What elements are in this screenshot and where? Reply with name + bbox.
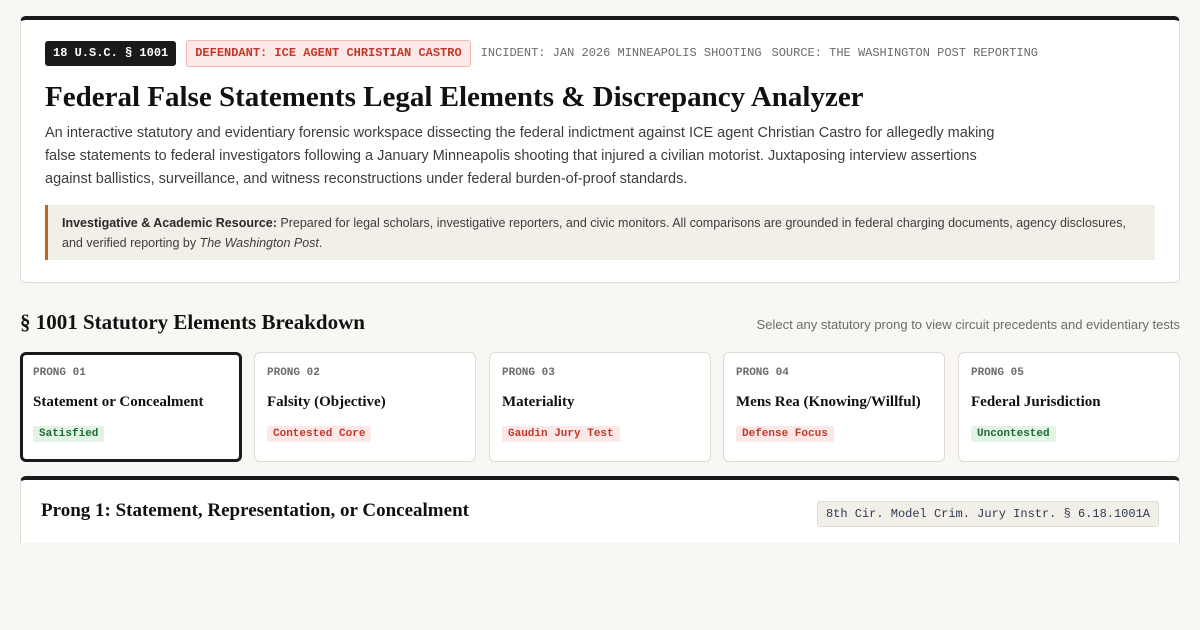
jury-instruction-citation: 8th Cir. Model Crim. Jury Instr. § 6.18.… [816, 501, 1159, 527]
prong-number: PRONG 03 [502, 367, 555, 379]
status-badge: Uncontested [971, 426, 1056, 442]
prong-card-1[interactable]: PRONG 01 Statement or Concealment Satisf… [20, 352, 242, 462]
prong-number: PRONG 04 [736, 367, 789, 379]
incident-tag: INCIDENT: JAN 2026 MINNEAPOLIS SHOOTING [480, 46, 762, 60]
prong-card-row: PRONG 01 Statement or Concealment Satisf… [20, 352, 1180, 462]
notice-source: The Washington Post [199, 236, 319, 250]
statute-tag: 18 U.S.C. § 1001 [45, 40, 177, 66]
prong-name: Mens Rea (Knowing/Willful) [736, 394, 921, 410]
detail-title: Prong 1: Statement, Representation, or C… [41, 500, 469, 521]
status-badge: Defense Focus [736, 426, 834, 442]
defendant-tag: DEFENDANT: ICE AGENT CHRISTIAN CASTRO [186, 39, 471, 67]
prong-name: Federal Jurisdiction [971, 394, 1101, 410]
resource-notice: Investigative & Academic Resource: Prepa… [45, 205, 1155, 260]
prong-number: PRONG 01 [33, 367, 86, 379]
header-card: 18 U.S.C. § 1001 DEFENDANT: ICE AGENT CH… [20, 16, 1180, 283]
status-badge: Contested Core [267, 426, 372, 442]
notice-label: Investigative & Academic Resource: [62, 216, 277, 230]
page-title: Federal False Statements Legal Elements … [45, 81, 864, 113]
page-description: An interactive statutory and evidentiary… [45, 125, 995, 187]
prong-number: PRONG 02 [267, 367, 320, 379]
prong-card-2[interactable]: PRONG 02 Falsity (Objective) Contested C… [254, 352, 476, 462]
prong-card-4[interactable]: PRONG 04 Mens Rea (Knowing/Willful) Defe… [723, 352, 945, 462]
prong-name: Falsity (Objective) [267, 394, 386, 410]
prong-number: PRONG 05 [971, 367, 1024, 379]
prong-name: Statement or Concealment [33, 394, 204, 410]
source-tag: SOURCE: THE WASHINGTON POST REPORTING [771, 46, 1038, 60]
prong-card-3[interactable]: PRONG 03 Materiality Gaudin Jury Test [489, 352, 711, 462]
section-title: § 1001 Statutory Elements Breakdown [20, 310, 365, 334]
prong-card-5[interactable]: PRONG 05 Federal Jurisdiction Unconteste… [958, 352, 1180, 462]
status-badge: Gaudin Jury Test [502, 426, 620, 442]
notice-end: . [318, 236, 323, 250]
section-header: § 1001 Statutory Elements Breakdown Sele… [20, 310, 1180, 335]
section-hint: Select any statutory prong to view circu… [756, 317, 1180, 332]
tag-row: 18 U.S.C. § 1001 DEFENDANT: ICE AGENT CH… [45, 39, 1155, 67]
page-background-fade [0, 543, 1200, 630]
prong-name: Materiality [502, 394, 575, 410]
status-badge: Satisfied [33, 426, 105, 442]
